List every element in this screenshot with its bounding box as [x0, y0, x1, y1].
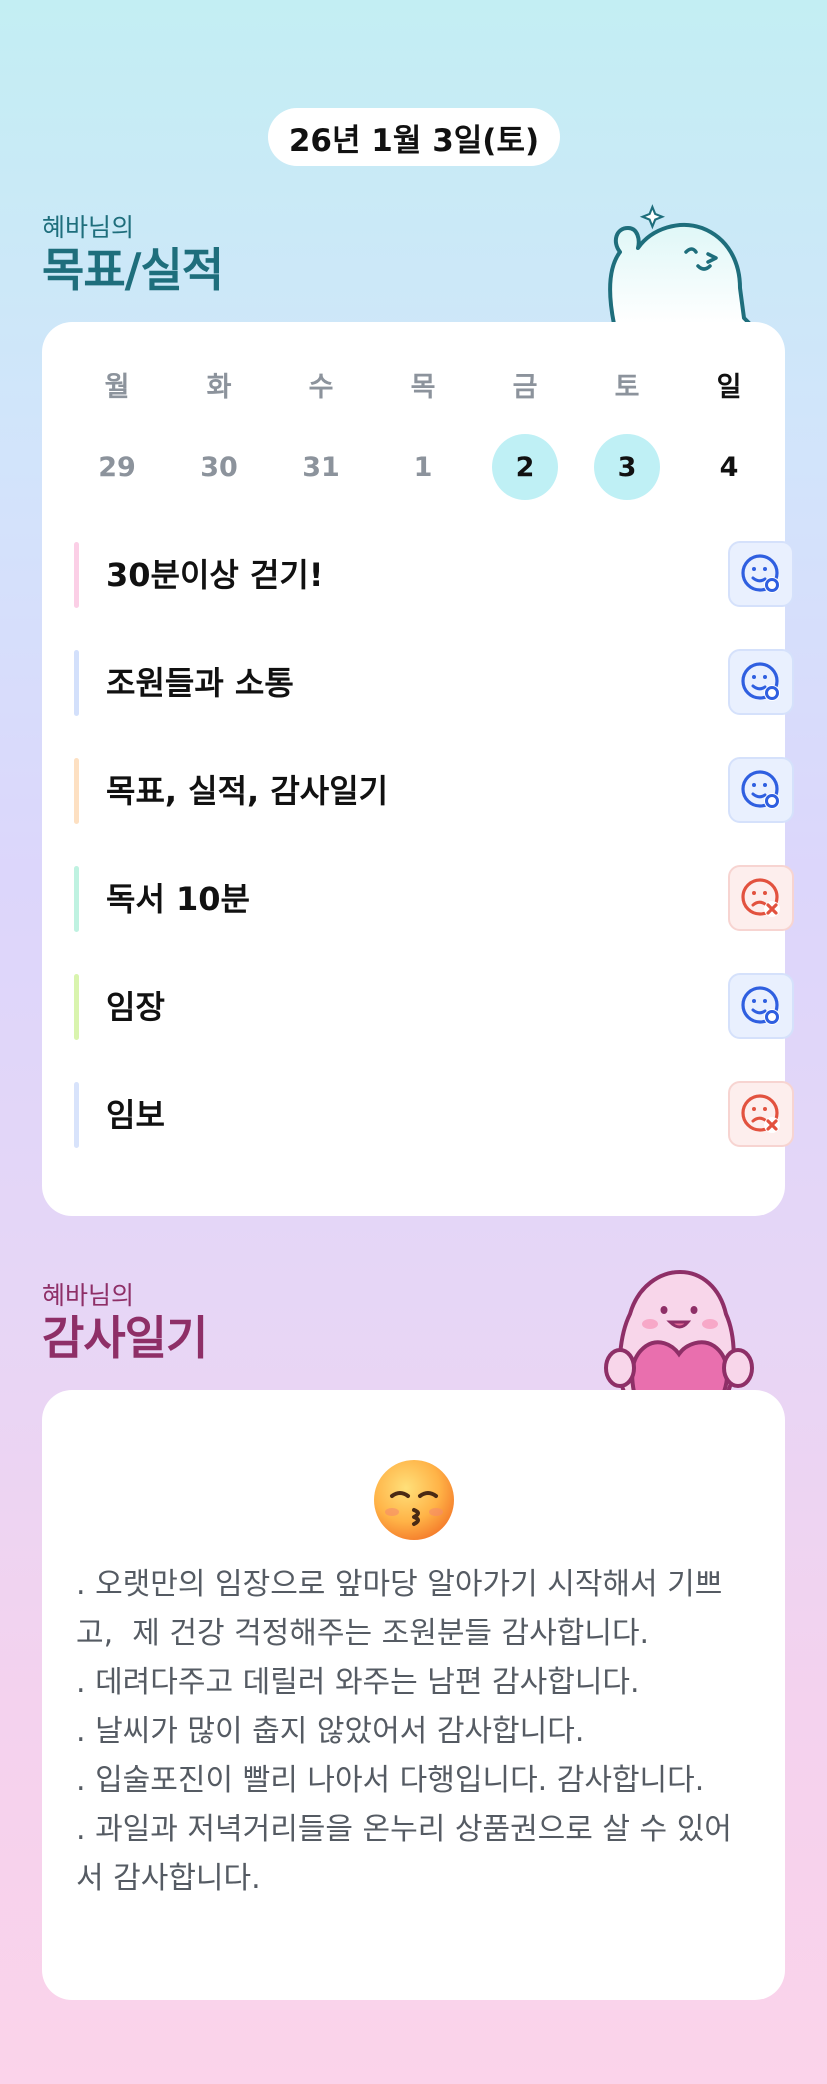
task-color-bar [74, 542, 79, 608]
day-name: 토 [614, 372, 640, 403]
day-name: 금 [512, 372, 538, 403]
day-number: 4 [719, 451, 739, 483]
task-color-bar [74, 1082, 79, 1148]
day-number: 1 [413, 451, 433, 483]
smile-check-icon[interactable] [728, 649, 794, 715]
day-number: 3 [617, 451, 637, 483]
goals-title: 목표/실적 [42, 243, 224, 297]
task-color-bar [74, 758, 79, 824]
day-5[interactable]: 토3 [592, 370, 662, 500]
smile-check-icon[interactable] [728, 757, 794, 823]
task-color-bar [74, 650, 79, 716]
day-name: 화 [206, 372, 232, 403]
smile-check-icon[interactable] [728, 541, 794, 607]
task-row[interactable]: 조원들과 소통 [74, 649, 794, 716]
day-number: 2 [515, 451, 535, 483]
task-label: 30분이상 걷기! [106, 556, 324, 594]
day-4[interactable]: 금2 [490, 370, 560, 500]
day-2[interactable]: 수 31 [286, 370, 356, 500]
day-number: 29 [98, 451, 136, 483]
day-number-circle: 3 [594, 434, 660, 500]
sad-x-icon[interactable] [728, 1081, 794, 1147]
diary-card: . 오랫만의 임장으로 앞마당 알아가기 시작해서 기쁘고, 제 건강 걱정해주… [42, 1390, 785, 2000]
goals-card: 월 29 화 30 수 31 목 1 금 2 토 3 일 4 30분이상 걷기! 조원들과 소통 목표, 실적… [42, 322, 794, 1216]
task-label: 목표, 실적, 감사일기 [106, 772, 389, 810]
day-number: 31 [302, 451, 340, 483]
day-6[interactable]: 일4 [694, 370, 764, 500]
day-number-circle: 31 [288, 434, 354, 500]
task-row[interactable]: 임장 [74, 973, 794, 1040]
day-name: 일 [716, 372, 742, 403]
day-name: 목 [410, 372, 436, 403]
task-label: 임보 [106, 1096, 165, 1134]
diary-title: 감사일기 [42, 1311, 208, 1365]
task-label: 임장 [106, 988, 165, 1026]
day-number-circle: 4 [696, 434, 762, 500]
day-number: 30 [200, 451, 238, 483]
day-number-circle: 29 [84, 434, 150, 500]
date-label: 26년 1월 3일(토) [288, 122, 540, 159]
ghost-mascot-icon [608, 204, 752, 324]
day-1[interactable]: 화 30 [184, 370, 254, 500]
task-label: 독서 10분 [106, 880, 250, 918]
task-row[interactable]: 목표, 실적, 감사일기 [74, 757, 794, 824]
day-number-circle: 2 [492, 434, 558, 500]
diary-text: . 오랫만의 임장으로 앞마당 알아가기 시작해서 기쁘고, 제 건강 걱정해주… [76, 1567, 732, 1896]
task-color-bar [74, 974, 79, 1040]
smile-check-icon[interactable] [728, 973, 794, 1039]
date-pill[interactable]: 26년 1월 3일(토) [268, 108, 560, 166]
kissing-face-icon [374, 1460, 454, 1540]
task-row[interactable]: 임보 [74, 1081, 794, 1148]
day-name: 수 [308, 372, 334, 403]
sad-x-icon[interactable] [728, 865, 794, 931]
day-number-circle: 30 [186, 434, 252, 500]
day-number-circle: 1 [390, 434, 456, 500]
task-color-bar [74, 866, 79, 932]
heart-mascot-icon [604, 1269, 754, 1392]
task-label: 조원들과 소통 [106, 664, 294, 702]
day-3[interactable]: 목1 [388, 370, 458, 500]
task-row[interactable]: 독서 10분 [74, 865, 794, 932]
task-row[interactable]: 30분이상 걷기! [74, 541, 794, 608]
day-name: 월 [104, 372, 130, 403]
day-0[interactable]: 월 29 [82, 370, 152, 500]
